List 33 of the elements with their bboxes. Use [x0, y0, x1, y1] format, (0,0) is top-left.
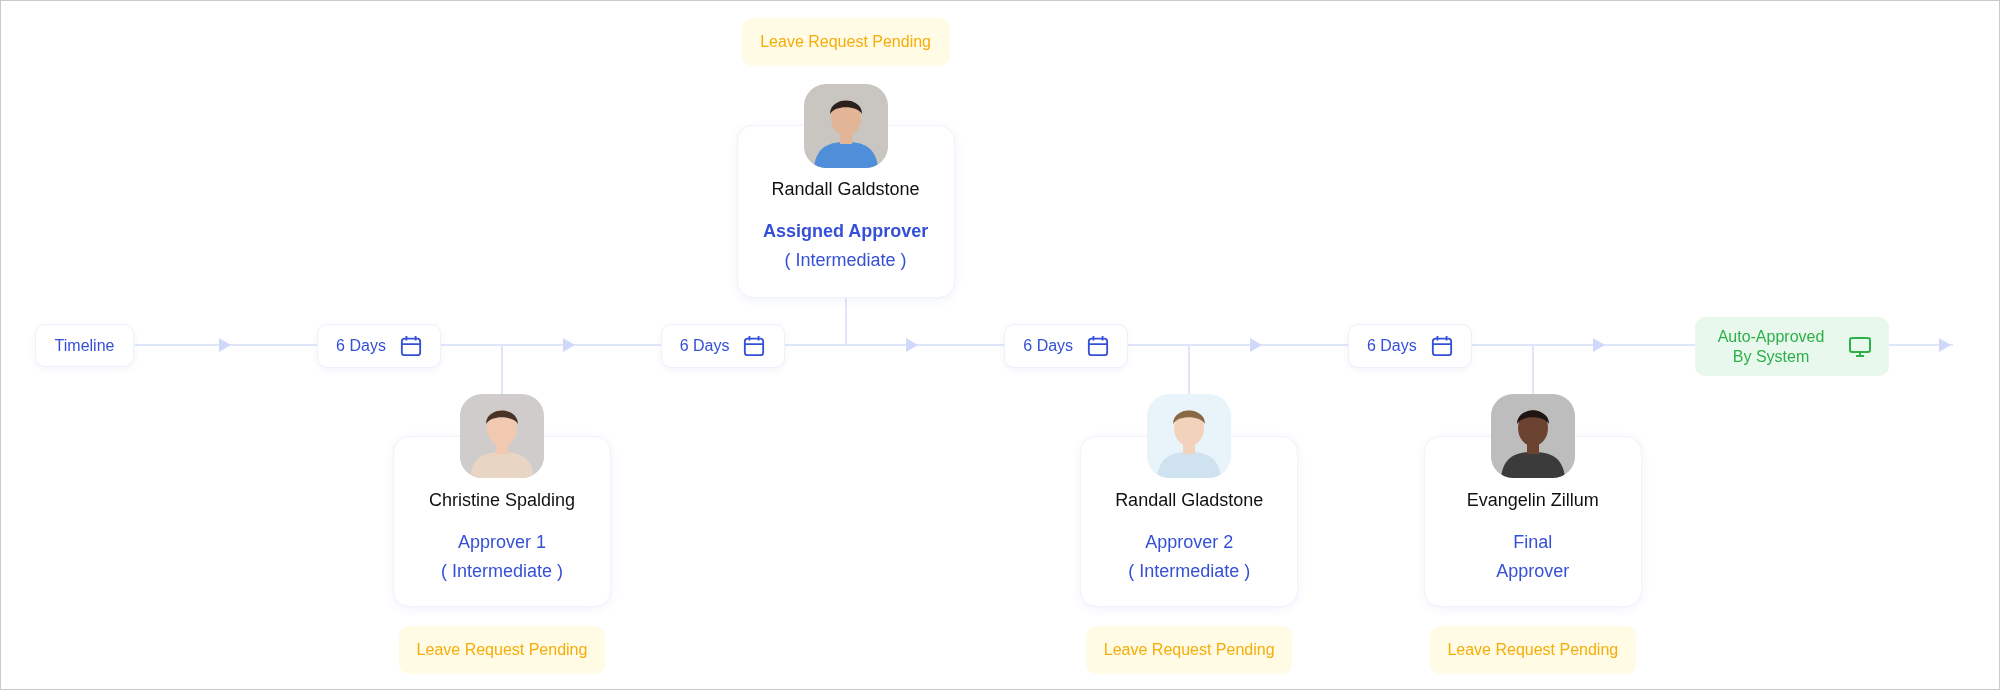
duration-text: 6 Days	[679, 336, 730, 356]
approver-level: ( Intermediate )	[784, 248, 907, 272]
duration-text: 6 Days	[1366, 336, 1417, 356]
arrowhead-icon	[1939, 338, 1951, 352]
arrowhead-icon	[1249, 338, 1262, 352]
approver-name: Christine Spalding	[428, 489, 576, 512]
duration-text: 6 Days	[1023, 336, 1074, 356]
status-badge: Leave Request Pending	[399, 626, 605, 674]
approver-level: ( Intermediate )	[440, 559, 563, 583]
duration-text: 6 Days	[336, 336, 386, 356]
auto-approved-text: Auto-Approved By System	[1716, 326, 1826, 367]
approver-role: Assigned Approver	[762, 220, 929, 243]
status-badge: Leave Request Pending	[1086, 626, 1293, 674]
calendar-icon	[1430, 335, 1453, 357]
status-badge: Leave Request Pending	[741, 18, 950, 66]
arrowhead-icon	[906, 338, 919, 352]
calendar-icon	[743, 335, 766, 357]
status-badge: Leave Request Pending	[1429, 626, 1636, 674]
approver-role: Approver 1	[457, 531, 547, 554]
approver-role: Approver 2	[1145, 531, 1234, 554]
timeline-label: Timeline	[35, 324, 134, 367]
approver-level: ( Intermediate )	[1128, 559, 1251, 583]
approver-name: Evangelin Zillum	[1466, 489, 1599, 512]
calendar-icon	[399, 335, 422, 357]
monitor-icon	[1848, 334, 1872, 359]
arrowhead-icon	[219, 338, 231, 352]
approver-role: Final	[1513, 531, 1553, 554]
calendar-icon	[1087, 335, 1110, 357]
approver-name: Randall Galdstone	[771, 178, 920, 201]
approver-name: Randall Gladstone	[1115, 489, 1264, 512]
arrowhead-icon	[562, 338, 575, 352]
arrowhead-icon	[1593, 338, 1606, 352]
approver-level: Approver	[1496, 559, 1570, 583]
